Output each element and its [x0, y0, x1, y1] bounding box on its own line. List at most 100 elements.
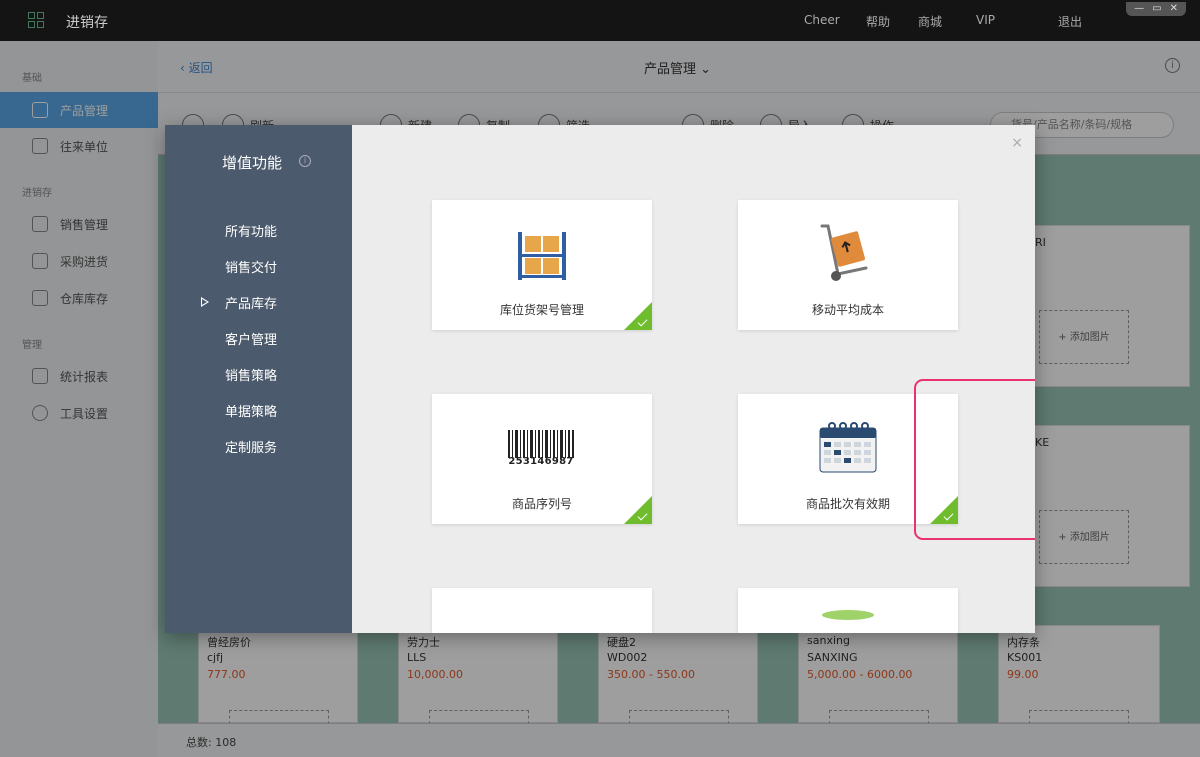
product-code: KS001: [1007, 651, 1043, 664]
barcode-icon: 253146987: [502, 416, 582, 480]
shelf-icon: [502, 222, 582, 286]
feature-card-serial-number[interactable]: 253146987 商品序列号: [432, 394, 652, 524]
info-icon[interactable]: i: [299, 155, 311, 167]
sidebar-item-sales[interactable]: 销售管理: [0, 206, 158, 242]
sidebar-item-label: 销售管理: [60, 217, 109, 232]
sidebar-item-warehouse[interactable]: 仓库库存: [0, 280, 158, 316]
product-name: sanxing: [807, 634, 850, 647]
sidebar-item-label: 仓库库存: [60, 291, 109, 306]
sidebar-item-reports[interactable]: 统计报表: [0, 358, 158, 394]
page-title[interactable]: 产品管理 ⌄: [644, 58, 711, 77]
title-bar: 进销存 Cheer 帮助 商城 VIP 退出 — ▭ ✕: [0, 0, 1200, 41]
sidebar-section-manage: 管理: [22, 340, 42, 351]
contacts-icon: [32, 138, 48, 154]
product-code: SANXING: [807, 651, 858, 664]
page-header: ‹ 返回 产品管理 ⌄ i: [158, 41, 1200, 93]
product-price: 5,000.00 - 6000.00: [807, 668, 913, 681]
product-name: 硬盘2: [607, 636, 636, 649]
sidebar-item-products[interactable]: 产品管理: [0, 92, 158, 128]
product-card[interactable]: 硬盘2 WD002 350.00 - 550.00: [598, 625, 758, 730]
sidebar-item-label: 工具设置: [60, 406, 109, 421]
app-title: 进销存: [66, 15, 108, 31]
nav-all-features[interactable]: 所有功能: [225, 221, 277, 240]
total-label: 总数:: [186, 736, 212, 749]
add-image-placeholder[interactable]: + 添加图片: [1039, 510, 1129, 564]
nav-document-strategy[interactable]: 单据策略: [225, 401, 277, 420]
feature-card-shelf-location[interactable]: 库位货架号管理: [432, 200, 652, 330]
database-icon: [822, 610, 874, 620]
sidebar-section-basic: 基础: [22, 73, 42, 84]
product-card[interactable]: sanxing SANXING 5,000.00 - 6000.00: [798, 625, 958, 730]
product-price: 777.00: [207, 668, 246, 681]
nav-sales-delivery[interactable]: 销售交付: [225, 257, 277, 276]
menu-user[interactable]: Cheer: [804, 13, 840, 27]
total-count: 总数: 108: [186, 734, 236, 750]
product-card[interactable]: 曾经房价 cjfj 777.00: [198, 625, 358, 730]
feature-label: 商品批次有效期: [805, 497, 890, 511]
feature-label: 商品序列号: [511, 497, 572, 511]
sidebar: 基础 产品管理 往来单位 进销存 销售管理 采购进货 仓库库存 管理 统计报表 …: [0, 41, 158, 757]
sidebar-item-settings[interactable]: 工具设置: [0, 395, 158, 431]
product-name: 内存条: [1007, 636, 1040, 649]
enabled-check-icon: [624, 496, 652, 524]
warehouse-icon: [32, 290, 48, 306]
minimize-icon[interactable]: —: [1134, 4, 1144, 14]
info-icon[interactable]: i: [1165, 58, 1180, 73]
product-name: KE: [1035, 436, 1050, 449]
nav-product-inventory[interactable]: 产品库存: [225, 293, 277, 312]
status-bar: 总数: 108: [158, 723, 1200, 757]
feature-card-moving-average-cost[interactable]: 移动平均成本: [738, 200, 958, 330]
feature-card-partial[interactable]: [738, 588, 958, 633]
sidebar-item-label: 采购进货: [60, 254, 109, 269]
sidebar-item-label: 往来单位: [60, 139, 109, 154]
maximize-icon[interactable]: ▭: [1152, 4, 1161, 14]
menu-logout[interactable]: 退出: [1058, 13, 1082, 30]
back-link[interactable]: ‹ 返回: [180, 59, 213, 76]
feature-label: 移动平均成本: [811, 303, 884, 317]
close-window-icon[interactable]: ✕: [1170, 4, 1178, 14]
product-card[interactable]: 劳力士 LLS 10,000.00: [398, 625, 558, 730]
total-value: 108: [215, 736, 237, 749]
tag-icon: [32, 102, 48, 118]
nav-custom-service[interactable]: 定制服务: [225, 437, 277, 456]
product-name: 劳力士: [407, 636, 440, 649]
enabled-check-icon: [930, 496, 958, 524]
feature-card-batch-expiry[interactable]: 商品批次有效期: [738, 394, 958, 524]
product-price: 10,000.00: [407, 668, 463, 681]
menu-store[interactable]: 商城: [918, 13, 942, 30]
window-controls: — ▭ ✕: [1126, 2, 1186, 16]
cart-icon: [32, 253, 48, 269]
sidebar-item-label: 产品管理: [60, 103, 109, 118]
product-code: WD002: [607, 651, 648, 664]
clipboard-icon: [32, 216, 48, 232]
product-card-partial[interactable]: KE + 添加图片: [1030, 425, 1190, 587]
modal-title: 增值功能: [222, 154, 283, 172]
active-nav-arrow-icon: [201, 297, 209, 307]
value-added-features-modal: 增值功能 i 所有功能 销售交付 产品库存 客户管理 销售策略 单据策略 定制服…: [165, 125, 1035, 633]
page-title-text: 产品管理: [644, 62, 697, 77]
app-logo-icon: [28, 12, 44, 28]
chart-icon: [32, 368, 48, 384]
product-price: 99.00: [1007, 668, 1039, 681]
sidebar-item-label: 统计报表: [60, 369, 109, 384]
enabled-check-icon: [624, 302, 652, 330]
product-price: 350.00 - 550.00: [607, 668, 695, 681]
add-image-placeholder[interactable]: + 添加图片: [1039, 310, 1129, 364]
product-card-partial[interactable]: RI + 添加图片: [1030, 225, 1190, 387]
product-card[interactable]: 内存条 KS001 99.00: [998, 625, 1160, 730]
barcode-number: 253146987: [508, 456, 574, 467]
product-name: RI: [1035, 236, 1046, 249]
close-icon[interactable]: ×: [1011, 135, 1023, 151]
nav-customer-management[interactable]: 客户管理: [225, 329, 277, 348]
sidebar-item-contacts[interactable]: 往来单位: [0, 128, 158, 164]
calendar-icon: [808, 416, 888, 480]
gear-icon: [32, 405, 48, 421]
feature-card-partial[interactable]: [432, 588, 652, 633]
feature-label: 库位货架号管理: [499, 303, 584, 317]
menu-help[interactable]: 帮助: [866, 13, 890, 30]
modal-nav: 增值功能 i 所有功能 销售交付 产品库存 客户管理 销售策略 单据策略 定制服…: [165, 125, 352, 633]
menu-vip[interactable]: VIP: [976, 13, 995, 27]
nav-sales-strategy[interactable]: 销售策略: [225, 365, 277, 384]
sidebar-item-purchase[interactable]: 采购进货: [0, 243, 158, 279]
back-label: 返回: [188, 61, 213, 75]
